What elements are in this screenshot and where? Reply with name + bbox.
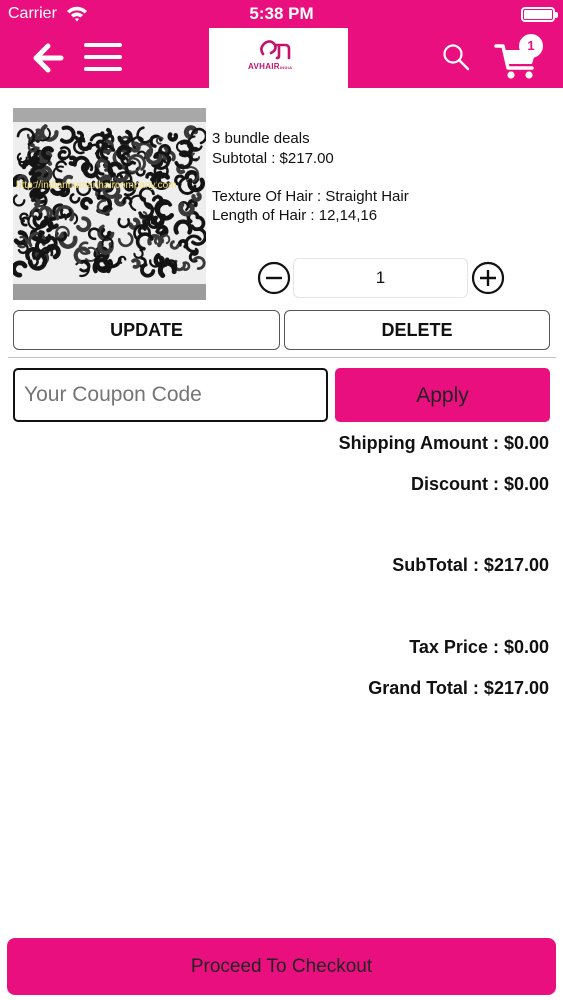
update-button[interactable]: UPDATE xyxy=(13,310,280,350)
product-image: http://indianhumanhaircompany.com xyxy=(13,108,206,300)
logo-subtext: INDIA xyxy=(279,65,293,70)
hamburger-menu-icon[interactable] xyxy=(82,42,124,72)
quantity-field[interactable]: 1 xyxy=(293,258,468,298)
discount-amount: Discount : $0.00 xyxy=(410,474,549,494)
app-logo: AVHAIRINDIA xyxy=(209,28,348,88)
product-texture: Texture Of Hair : Straight Hair xyxy=(212,188,409,205)
quantity-decrease-icon[interactable] xyxy=(257,261,291,295)
cart-count-badge: 1 xyxy=(519,34,543,58)
apply-coupon-button[interactable]: Apply xyxy=(335,368,550,422)
product-length: Length of Hair : 12,14,16 xyxy=(212,207,378,224)
top-nav-bar: AVHAIRINDIA 1 xyxy=(0,28,563,88)
clock: 5:38 PM xyxy=(249,4,314,23)
delete-button[interactable]: DELETE xyxy=(284,310,550,350)
quantity-increase-icon[interactable] xyxy=(471,261,505,295)
tax-price: Tax Price : $0.00 xyxy=(409,637,549,657)
coupon-code-input[interactable] xyxy=(13,368,328,422)
grand-total: Grand Total : $217.00 xyxy=(368,678,549,698)
logo-text: AVHAIR xyxy=(248,62,280,71)
status-bar: Carrier 5:38 PM xyxy=(0,0,563,28)
product-name: 3 bundle deals xyxy=(212,130,310,147)
search-icon[interactable] xyxy=(441,42,471,72)
divider xyxy=(8,357,556,358)
product-subtotal: Subtotal : $217.00 xyxy=(212,150,334,167)
summary-subtotal: SubTotal : $217.00 xyxy=(392,555,549,575)
shipping-amount: Shipping Amount : $0.00 xyxy=(338,433,549,453)
image-watermark: http://indianhumanhaircompany.com xyxy=(16,180,177,191)
logo-glyph-icon xyxy=(260,40,291,60)
proceed-to-checkout-button[interactable]: Proceed To Checkout xyxy=(7,938,556,995)
battery-icon xyxy=(521,7,558,22)
back-arrow-icon[interactable] xyxy=(30,40,66,76)
